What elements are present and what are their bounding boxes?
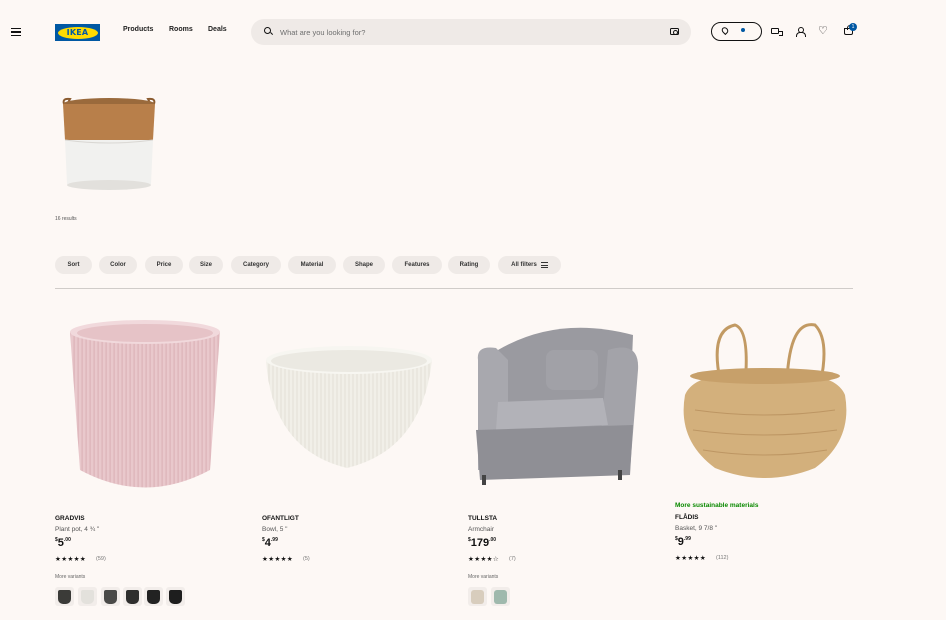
variant-swatch[interactable] [491, 587, 510, 606]
filter-color[interactable]: Color [99, 256, 137, 274]
review-count: (59) [96, 556, 106, 562]
product-image-bowl[interactable] [262, 310, 442, 500]
review-count: (5) [303, 556, 310, 562]
variant-swatch[interactable] [144, 587, 163, 606]
product-name[interactable]: FLÅDIS [675, 514, 698, 521]
filter-price[interactable]: Price [145, 256, 183, 274]
user-icon[interactable] [796, 27, 806, 37]
filter-rating[interactable]: Rating [448, 256, 490, 274]
filter-material[interactable]: Material [288, 256, 336, 274]
hamburger-menu-icon[interactable] [11, 28, 21, 36]
rating-stars: ★★★★★ [262, 555, 294, 563]
product-name[interactable]: GRADVIS [55, 515, 85, 522]
nav-rooms[interactable]: Rooms [169, 26, 193, 33]
product-image-armchair[interactable] [468, 310, 648, 500]
store-location-button[interactable] [711, 22, 762, 41]
product-card-tullsta[interactable]: TULLSTA Armchair $179.00 ★★★★☆ (7) More … [468, 310, 668, 620]
product-name[interactable]: TULLSTA [468, 515, 497, 522]
variant-swatch[interactable] [55, 587, 74, 606]
search-input[interactable] [280, 25, 660, 39]
product-description: Plant pot, 4 ¾ " [55, 526, 100, 533]
logo-oval: IKEA [57, 26, 98, 39]
variant-swatch[interactable] [166, 587, 185, 606]
product-description: Basket, 9 7/8 " [675, 525, 718, 532]
location-status-dot [741, 28, 745, 32]
product-image-seagrass-basket[interactable] [675, 310, 855, 500]
filter-size[interactable]: Size [189, 256, 223, 274]
product-description: Bowl, 5 " [262, 526, 288, 533]
product-price: $5.00 [55, 537, 71, 549]
more-variants-label: More variants [55, 574, 86, 580]
results-count: 16 results [55, 216, 77, 222]
product-card-fladis[interactable]: More sustainable materials FLÅDIS Basket… [675, 310, 875, 620]
filter-shape[interactable]: Shape [343, 256, 385, 274]
camera-icon[interactable] [670, 28, 679, 35]
variant-swatch[interactable] [468, 587, 487, 606]
review-count: (112) [716, 555, 729, 561]
filter-category[interactable]: Category [231, 256, 281, 274]
cart-count-badge: 1 [849, 23, 857, 31]
rating-stars: ★★★★★ [675, 554, 707, 562]
rating-stars: ★★★★★ [55, 555, 87, 563]
product-price: $179.00 [468, 537, 497, 549]
nav-deals[interactable]: Deals [208, 26, 227, 33]
variant-swatch[interactable] [78, 587, 97, 606]
logo-text: IKEA [66, 28, 89, 37]
location-pin-icon [720, 25, 730, 36]
divider [55, 288, 853, 289]
site-header: IKEA Products Rooms Deals ♡ 1 [0, 0, 946, 64]
review-count: (7) [509, 556, 516, 562]
wishlist-heart-icon[interactable]: ♡ [818, 25, 828, 36]
product-image-plant-pot[interactable] [55, 310, 235, 500]
all-filters-label: All filters [511, 262, 537, 268]
filters-icon [540, 262, 548, 268]
sustainability-label: More sustainable materials [675, 502, 759, 509]
product-card-ofantligt[interactable]: OFANTLIGT Bowl, 5 " $4.99 ★★★★★ (5) [262, 310, 462, 620]
variant-swatch[interactable] [101, 587, 120, 606]
search-icon[interactable] [264, 27, 271, 34]
filter-all-filters[interactable]: All filters [498, 256, 561, 274]
product-price: $4.99 [262, 537, 278, 549]
rating-stars: ★★★★☆ [468, 555, 500, 563]
category-hero-image [62, 97, 156, 190]
product-description: Armchair [468, 526, 495, 533]
variant-swatch[interactable] [123, 587, 142, 606]
delivery-truck-icon[interactable] [771, 28, 783, 36]
more-variants-label: More variants [468, 574, 499, 580]
ikea-logo[interactable]: IKEA [55, 24, 100, 41]
product-name[interactable]: OFANTLIGT [262, 515, 299, 522]
nav-products[interactable]: Products [123, 26, 153, 33]
filter-features[interactable]: Features [392, 256, 442, 274]
search-bar[interactable] [251, 19, 691, 45]
product-card-gradvis[interactable]: GRADVIS Plant pot, 4 ¾ " $5.00 ★★★★★ (59… [55, 310, 255, 620]
product-price: $9.99 [675, 536, 691, 548]
filter-sort[interactable]: Sort [55, 256, 92, 274]
